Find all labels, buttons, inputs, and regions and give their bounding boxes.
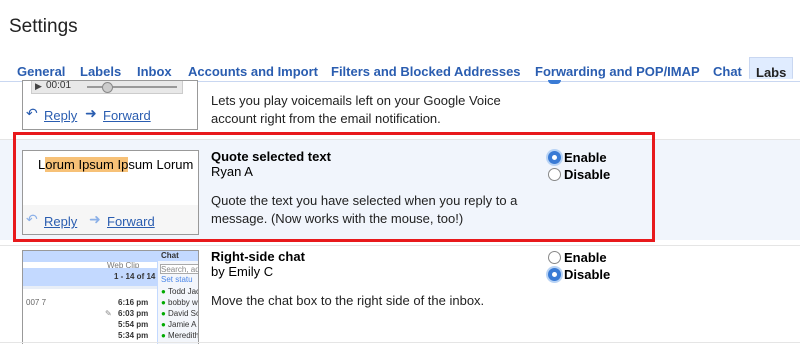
chat-mini: Chat Search, add Set statu ● Todd Jac ● … [157, 251, 198, 344]
tab-inbox[interactable]: Inbox [137, 64, 172, 79]
feature-preview: Web Clip 1 - 14 of 14 007 7 6:16 pm ✎ 6:… [22, 250, 199, 344]
player-time: 00:01 [46, 80, 72, 91]
forward-icon: ➜ [85, 105, 97, 121]
online-dot-icon: ● [161, 298, 166, 307]
tab-labels[interactable]: Labels [80, 64, 121, 79]
online-dot-icon: ● [161, 287, 166, 296]
chat-contact[interactable]: Jamie A [168, 320, 196, 329]
page-title: Settings [9, 16, 78, 37]
settings-tabs: General Labels Inbox Accounts and Import… [0, 55, 800, 82]
set-status[interactable]: Set statu [161, 275, 193, 284]
message-time: 5:34 pm [118, 331, 149, 340]
feature-preview: ▶ 00:01 ↶ Reply ➜ Forward [22, 80, 198, 130]
reply-link[interactable]: Reply [44, 108, 77, 123]
play-icon[interactable]: ▶ [35, 81, 42, 92]
radio-partial[interactable] [548, 80, 561, 84]
row-prefix: 007 7 [26, 298, 47, 307]
forward-link[interactable]: Forward [103, 108, 151, 123]
disable-radio[interactable] [548, 268, 561, 281]
feature-name: Right-side chat [211, 249, 305, 264]
message-time: 5:54 pm [118, 320, 149, 329]
feature-description: Move the chat box to the right side of t… [211, 293, 485, 308]
disable-label[interactable]: Disable [564, 267, 610, 282]
online-dot-icon: ● [161, 309, 166, 318]
online-dot-icon: ● [161, 331, 166, 340]
chat-contact[interactable]: Meredith [168, 331, 198, 340]
inbox-mini-divider [23, 286, 157, 289]
online-dot-icon: ● [161, 320, 166, 329]
focus-highlight-box [13, 132, 655, 242]
attachment-icon: ✎ [105, 309, 112, 318]
settings-header: Settings [0, 0, 800, 50]
tab-chat[interactable]: Chat [713, 64, 742, 79]
tab-labs[interactable]: Labs [749, 57, 794, 80]
inbox-mini: Web Clip 1 - 14 of 14 007 7 6:16 pm ✎ 6:… [23, 251, 157, 344]
reply-icon: ↶ [26, 105, 38, 121]
chat-search[interactable]: Search, add [160, 264, 198, 274]
enable-label[interactable]: Enable [564, 250, 607, 265]
audio-player: ▶ 00:01 [31, 81, 183, 94]
message-time: 6:03 pm [118, 309, 149, 318]
tab-general[interactable]: General [17, 64, 65, 79]
tab-accounts-import[interactable]: Accounts and Import [188, 64, 318, 79]
progress-track[interactable] [87, 86, 177, 88]
tab-forwarding[interactable]: Forwarding and POP/IMAP [535, 64, 700, 79]
chat-contact[interactable]: bobby wi [168, 298, 198, 307]
chat-contact[interactable]: Todd Jac [168, 287, 198, 296]
chat-contact[interactable]: David So [168, 309, 198, 318]
feature-author: by Emily C [211, 264, 274, 279]
enable-radio[interactable] [548, 251, 561, 264]
feature-description: Lets you play voicemails left on your Go… [211, 93, 501, 126]
progress-knob[interactable] [102, 82, 113, 93]
message-count: 1 - 14 of 14 [114, 272, 156, 281]
tab-filters[interactable]: Filters and Blocked Addresses [331, 64, 521, 79]
lab-feature-voicemail: ▶ 00:01 ↶ Reply ➜ Forward Lets you play … [0, 80, 800, 137]
message-time: 6:16 pm [118, 298, 149, 307]
chat-title: Chat [161, 251, 179, 260]
lab-feature-right-side-chat: Web Clip 1 - 14 of 14 007 7 6:16 pm ✎ 6:… [0, 246, 800, 344]
